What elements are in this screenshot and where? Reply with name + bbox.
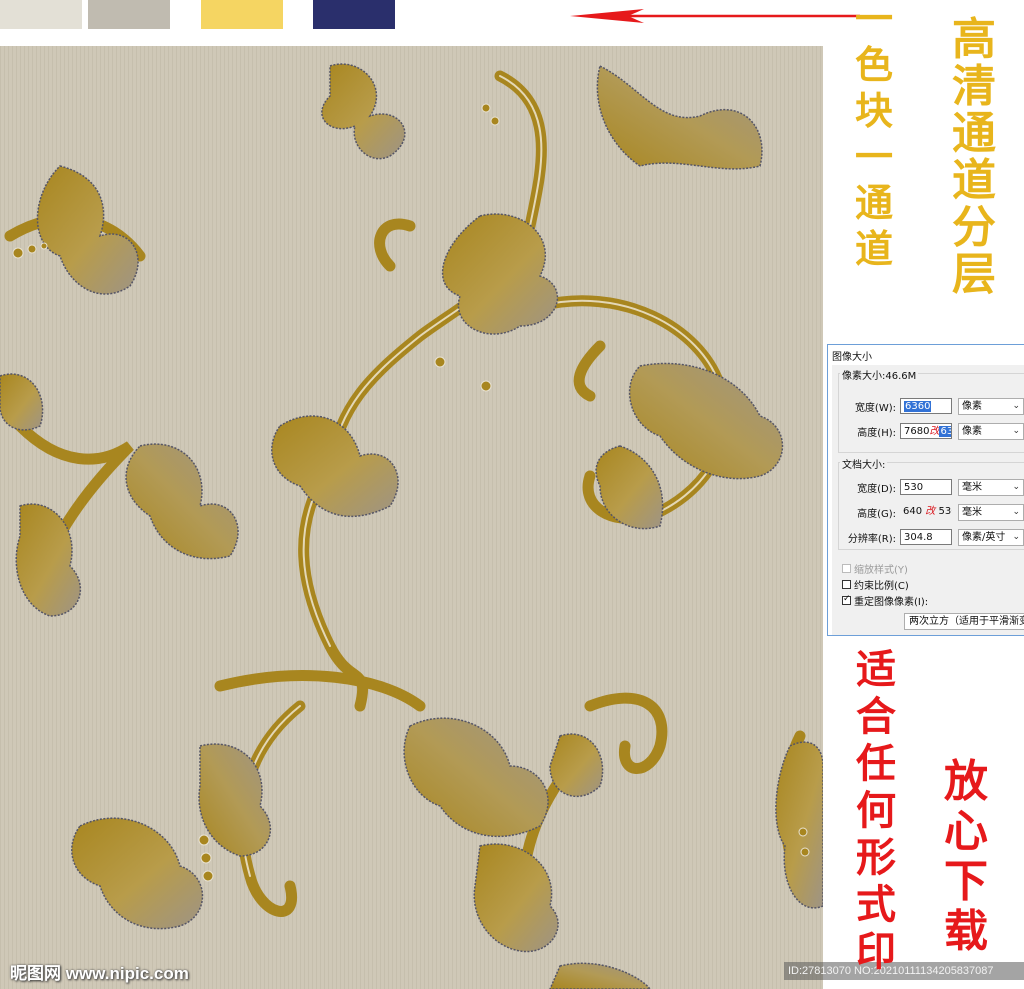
vertical-char: 适: [856, 646, 896, 693]
doc-width-row: 宽度(D): 530 毫米 ⌄: [842, 478, 1024, 496]
vertical-char: 分: [952, 202, 996, 253]
vertical-char: 形: [856, 834, 896, 881]
width-unit-select[interactable]: 像素 ⌄: [958, 397, 1024, 415]
vertical-char: 任: [856, 740, 896, 787]
vertical-char: 一: [855, 134, 894, 179]
chevron-down-icon: ⌄: [1012, 425, 1020, 436]
height-row: 高度(H): 7680改6360 像素⌄: [842, 422, 1024, 440]
resample-checkbox[interactable]: 重定图像像素(I):: [842, 593, 928, 608]
width-input[interactable]: 6360: [900, 398, 952, 414]
width-label: 宽度(W):: [854, 402, 896, 414]
swatch-1: [0, 0, 82, 29]
red-arrow-icon: [570, 9, 860, 23]
vertical-char: 载: [944, 906, 988, 957]
dialog-title: 图像大小: [832, 352, 872, 363]
checkbox-icon: [842, 564, 851, 573]
checkbox-icon: [842, 580, 851, 589]
doc-width-label: 宽度(D):: [857, 483, 896, 495]
height-label: 高度(H):: [857, 427, 896, 439]
doc-height-row: 高度(G): 640 改 530 毫米⌄: [842, 503, 1024, 521]
vertical-char: 印: [856, 928, 896, 975]
vertical-char: 高: [952, 14, 996, 65]
bottom-vertical-text-1: 适合任何形式印: [856, 650, 896, 979]
vertical-char: 下: [944, 856, 988, 907]
vertical-char: 块: [855, 88, 894, 133]
doc-width-unit-select[interactable]: 毫米 ⌄: [958, 478, 1024, 496]
constrain-proportions-checkbox[interactable]: 约束比例(C): [842, 577, 909, 592]
vertical-char: 清: [952, 61, 996, 112]
swatch-2: [88, 0, 170, 29]
image-size-dialog: 图像大小 像素大小:46.6M 宽度(W): 6360 像素 ⌄ 高度(H): 7…: [827, 344, 1024, 636]
checkbox-checked-icon: [842, 594, 851, 605]
swatch-4: [313, 0, 395, 29]
chevron-down-icon: ⌄: [1012, 400, 1020, 411]
vertical-char: 道: [952, 155, 996, 206]
document-size-label: 文档大小:: [840, 456, 888, 471]
doc-height-input[interactable]: 640 改 530: [900, 504, 952, 520]
bottom-vertical-text-2: 放心下载: [944, 760, 988, 960]
resample-method-select[interactable]: 两次立方（适用于平滑渐变: [904, 613, 1024, 630]
scale-styles-checkbox[interactable]: 缩放样式(Y): [842, 561, 908, 576]
vertical-char: 一: [855, 0, 894, 41]
vertical-char: 式: [856, 881, 896, 928]
id-tag: ID:27813070 NO:20210111134205837087: [784, 962, 1024, 980]
vertical-char: 通: [855, 180, 894, 225]
left-vertical-text: 一色块一通道: [855, 0, 893, 276]
watermark: 昵图网 www.nipic.com: [10, 964, 189, 983]
resolution-input[interactable]: 304.8: [900, 529, 952, 545]
height-input[interactable]: 7680改6360: [900, 423, 952, 439]
doc-width-input[interactable]: 530: [900, 479, 952, 495]
chevron-down-icon: ⌄: [1012, 531, 1020, 542]
damask-pattern: [0, 46, 823, 989]
vertical-char: 合: [856, 693, 896, 740]
pixel-size-label: 像素大小:46.6M: [840, 367, 919, 382]
resolution-label: 分辨率(R):: [847, 533, 896, 545]
vertical-char: 心: [944, 806, 988, 857]
vertical-char: 层: [952, 249, 996, 300]
chevron-down-icon: ⌄: [1012, 481, 1020, 492]
chevron-down-icon: ⌄: [1012, 506, 1020, 517]
vertical-char: 色: [855, 42, 894, 87]
vertical-char: 道: [855, 226, 894, 271]
resolution-unit-select[interactable]: 像素/英寸 ⌄: [958, 528, 1024, 546]
height-unit-select[interactable]: 像素 ⌄: [958, 422, 1024, 440]
width-row: 宽度(W): 6360 像素 ⌄: [842, 397, 1024, 415]
swatch-3: [201, 0, 283, 29]
vertical-char: 放: [944, 756, 988, 807]
doc-height-label: 高度(G):: [857, 508, 896, 520]
resolution-row: 分辨率(R): 304.8 像素/英寸 ⌄: [842, 528, 1024, 546]
vertical-char: 通: [952, 108, 996, 159]
doc-height-unit-select[interactable]: 毫米 ⌄: [958, 503, 1024, 521]
right-vertical-text: 高清通道分层: [952, 18, 996, 300]
vertical-char: 何: [856, 787, 896, 834]
